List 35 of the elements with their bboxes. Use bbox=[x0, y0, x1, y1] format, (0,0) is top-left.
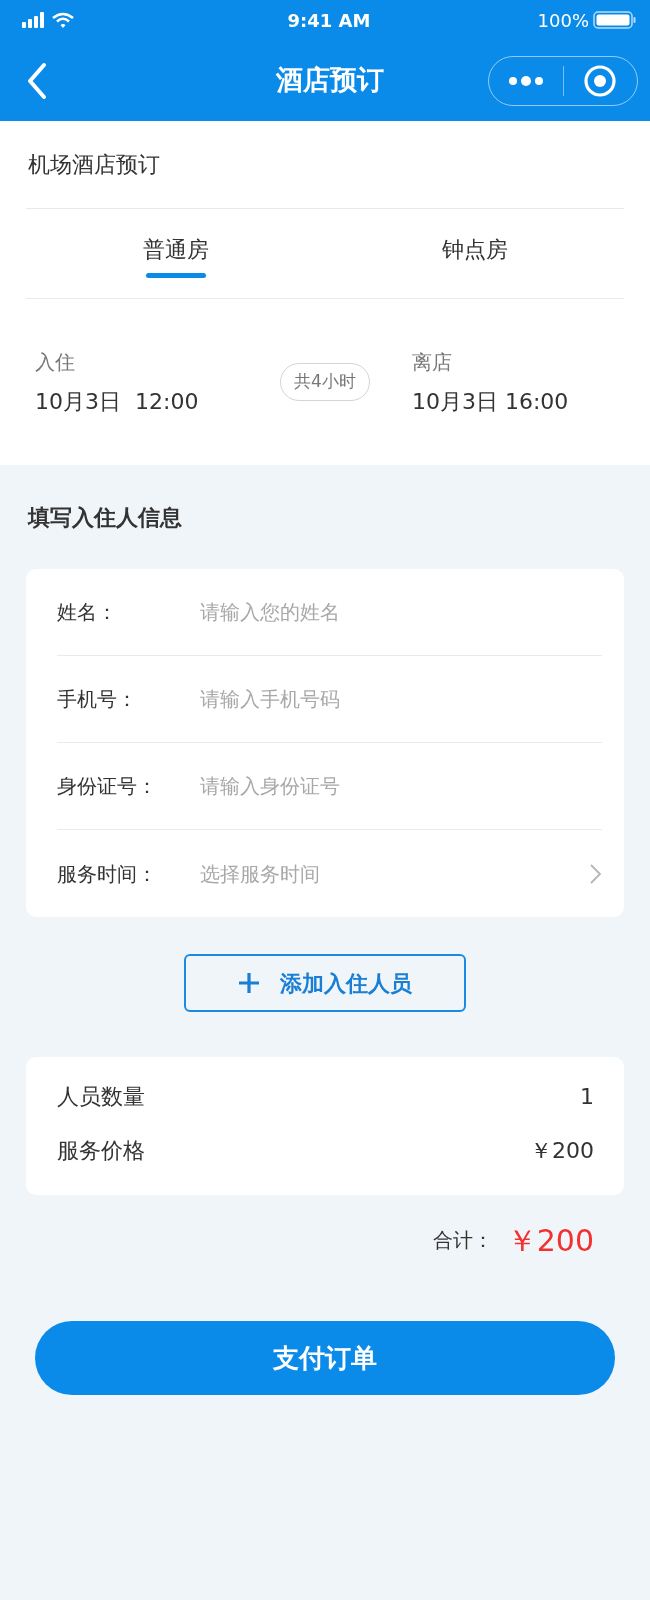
check-out-label: 离店 bbox=[411, 348, 452, 376]
summary-label: 人员数量 bbox=[57, 1082, 145, 1111]
plus-icon bbox=[238, 972, 260, 994]
total-amount: ￥200 bbox=[506, 1221, 594, 1260]
room-type-tab[interactable]: 钟点房 bbox=[441, 233, 508, 278]
check-in-label: 入住 bbox=[35, 348, 75, 376]
signal-icon bbox=[22, 12, 44, 28]
field-label: 身份证号： bbox=[57, 773, 158, 800]
status-time: 9:41 AM bbox=[287, 8, 371, 33]
pay-order-button[interactable]: 支付订单 bbox=[35, 1321, 615, 1395]
input-field[interactable]: 请输入您的姓名 bbox=[200, 593, 602, 631]
target-circle-icon[interactable] bbox=[584, 64, 617, 97]
battery-icon bbox=[593, 11, 636, 29]
section-title: 填写入住人信息 bbox=[28, 504, 182, 532]
room-type-tab[interactable]: 普通房 bbox=[142, 233, 209, 278]
back-chevron-icon bbox=[26, 61, 48, 100]
battery-percentage: 100% bbox=[537, 8, 589, 33]
summary-value: 1 bbox=[580, 1082, 594, 1111]
wifi-icon bbox=[52, 12, 74, 28]
field-label: 姓名： bbox=[57, 599, 118, 626]
field-label: 服务时间： bbox=[57, 860, 158, 888]
section-title: 机场酒店预订 bbox=[28, 151, 160, 179]
check-in-date: 10月3日 12:00 bbox=[35, 387, 199, 416]
page-title: 酒店预订 bbox=[276, 63, 384, 98]
time-picker-field[interactable]: 选择服务时间 bbox=[200, 854, 589, 893]
summary-label: 服务价格 bbox=[57, 1136, 145, 1165]
summary-value: ￥200 bbox=[530, 1136, 594, 1165]
input-field[interactable]: 请输入身份证号 bbox=[200, 767, 602, 805]
input-field[interactable]: 请输入手机号码 bbox=[200, 680, 602, 718]
more-icon[interactable] bbox=[508, 75, 543, 86]
check-out-date: 10月3日 16:00 bbox=[411, 387, 569, 416]
total-label: 合计： bbox=[432, 1227, 493, 1254]
chevron-right-icon bbox=[589, 862, 602, 885]
add-guest-button[interactable]: 添加入住人员 bbox=[184, 954, 466, 1012]
field-label: 手机号： bbox=[57, 686, 138, 713]
